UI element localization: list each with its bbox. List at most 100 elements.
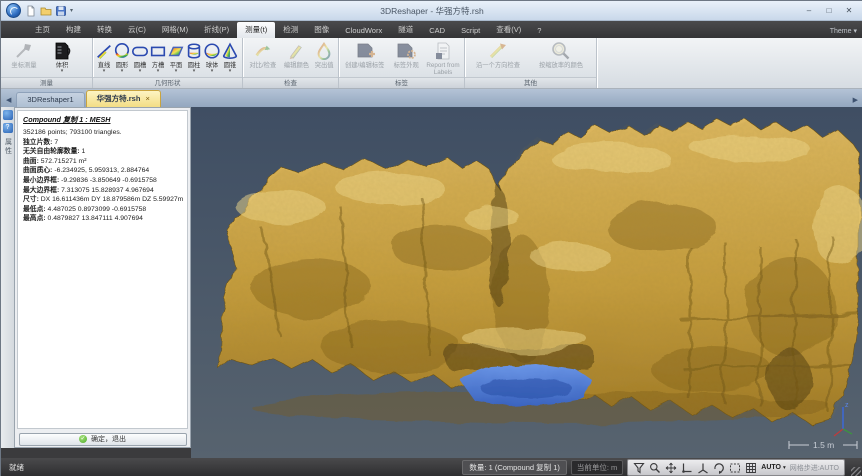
minimize-button[interactable]: –: [803, 6, 815, 15]
dropdown-caret: [323, 69, 324, 74]
cylinder-button[interactable]: 圆柱 ▾: [185, 39, 203, 74]
svg-text:z: z: [845, 402, 849, 409]
dropdown-caret: ▾: [175, 69, 178, 74]
dropdown-caret: [296, 69, 297, 74]
inspect-along-direction-icon: [487, 40, 509, 62]
tab-script[interactable]: Script: [453, 24, 488, 38]
filter-icon[interactable]: [633, 462, 645, 474]
doc-tab-3dreshaper1[interactable]: 3DReshaper1: [16, 92, 84, 107]
current-unit[interactable]: 当前单位: m: [571, 460, 623, 475]
compare-inspect-icon: [253, 40, 273, 62]
dropdown-caret: ▾: [61, 69, 64, 74]
dropdown-caret: [560, 69, 561, 74]
grid-icon[interactable]: [745, 462, 757, 474]
highlight-value-icon: [315, 40, 333, 62]
tab-inspect[interactable]: 检测: [275, 22, 306, 38]
properties-panel: Compound 复制 1 : MESH 352186 points; 7931…: [14, 107, 191, 448]
ribbon-group-labels: 创建/编辑标签 标签外观 Report from Labels 标签: [339, 38, 465, 88]
magnifier-icon: [550, 40, 572, 62]
coordinate-measure-button[interactable]: 坐标测量: [3, 39, 45, 74]
line-button[interactable]: 直线 ▾: [95, 39, 113, 74]
edit-colors-icon: [286, 40, 306, 62]
compare-inspect-button[interactable]: 对比/检查: [245, 39, 281, 74]
circle-icon: [113, 40, 131, 62]
inspect-along-direction-button[interactable]: 沿一个方向检查: [467, 39, 529, 74]
tab-transform[interactable]: 转换: [89, 22, 120, 38]
tab-scroll-left-icon[interactable]: ◀: [1, 96, 16, 107]
tab-image[interactable]: 图像: [306, 22, 337, 38]
tab-mesh[interactable]: 网格(M): [154, 22, 196, 38]
zoom-icon[interactable]: [649, 462, 661, 474]
viewport-3d[interactable]: z 1.5 m: [191, 107, 862, 458]
tab-construct[interactable]: 构建: [58, 22, 89, 38]
tab-cad[interactable]: CAD: [421, 24, 453, 38]
auto-scale-dropdown[interactable]: AUTO ▾: [761, 464, 785, 471]
tab-measure-active[interactable]: 测量(t): [237, 22, 275, 38]
label-appearance-button[interactable]: 标签外观: [388, 39, 424, 74]
properties-panel-tab[interactable]: 属性: [3, 138, 13, 156]
main-content: ? 属性 Compound 复制 1 : MESH 352186 points;…: [1, 107, 862, 458]
property-line: 最低点: 4.487025 0.8973099 -0.6915758: [23, 205, 182, 215]
group-label-inspection: 检查: [243, 77, 338, 88]
edit-colors-button[interactable]: 编辑颜色: [281, 39, 313, 74]
close-button[interactable]: ✕: [843, 6, 855, 15]
volume-button[interactable]: 体积 ▾: [45, 39, 79, 74]
property-line: 曲面质心: -6.234925, 5.959313, 2.884764: [23, 166, 182, 176]
tab-scroll-right-icon[interactable]: ▶: [848, 96, 862, 107]
messages-panel-icon[interactable]: [3, 110, 13, 120]
3d-axes-icon[interactable]: [697, 462, 709, 474]
round-slot-icon: [131, 40, 149, 62]
tab-home[interactable]: 主页: [27, 22, 58, 38]
cylinder-icon: [185, 40, 203, 62]
help-icon[interactable]: ?: [3, 123, 13, 133]
sphere-icon: [203, 40, 221, 62]
tab-view[interactable]: 查看(V): [488, 22, 529, 38]
rotate-view-icon[interactable]: [713, 462, 725, 474]
view-toolbar: AUTO ▾ 网格步进:AUTO: [627, 459, 845, 476]
plane-button[interactable]: 平面 ▾: [167, 39, 185, 74]
ribbon-group-measure: 坐标测量 体积 ▾ 测量: [1, 38, 93, 88]
volume-icon: [52, 40, 72, 62]
dropdown-caret: ▾: [193, 69, 196, 74]
tab-cloud[interactable]: 云(C): [120, 22, 154, 38]
circle-button[interactable]: 圆形 ▾: [113, 39, 131, 74]
document-tab-bar: ◀ 3DReshaper1 华强方特.rsh× ▶: [1, 89, 862, 107]
resize-grip[interactable]: [851, 467, 861, 476]
create-edit-labels-button[interactable]: 创建/编辑标签: [341, 39, 388, 74]
status-bar: 就绪 数量: 1 (Compound 复制 1) 当前单位: m AUTO ▾ …: [1, 458, 862, 476]
object-title: Compound 复制 1 : MESH: [23, 115, 182, 125]
cone-icon: [221, 40, 239, 62]
property-line: 最大边界框: 7.313075 15.828937 4.967694: [23, 186, 182, 196]
tab-tunnel[interactable]: 隧道: [390, 22, 421, 38]
sphere-button[interactable]: 球体 ▾: [203, 39, 221, 74]
maximize-button[interactable]: □: [823, 6, 835, 15]
property-line: 352186 points; 793100 triangles.: [23, 128, 182, 138]
pan-move-icon[interactable]: [665, 462, 677, 474]
plane-icon: [167, 40, 185, 62]
report-from-labels-button[interactable]: Report from Labels: [424, 39, 462, 76]
origin-axes-icon[interactable]: [681, 462, 693, 474]
cone-button[interactable]: 圆锥 ▾: [221, 39, 239, 74]
mesh-render: z 1.5 m: [191, 107, 862, 458]
dropdown-caret: ▾: [103, 69, 106, 74]
group-label-measure: 测量: [1, 77, 92, 88]
tab-polyline[interactable]: 折线(P): [196, 22, 237, 38]
confirm-exit-button[interactable]: ✓ 确定，退出: [19, 433, 187, 446]
property-line: 尺寸: DX 16.611436m DY 18.879586m DZ 5.599…: [23, 195, 182, 205]
doc-tab-active[interactable]: 华强方特.rsh×: [86, 90, 161, 107]
dropdown-caret: ▾: [139, 69, 142, 74]
theme-selector[interactable]: Theme ▾: [830, 27, 857, 38]
window-controls: – □ ✕: [803, 6, 862, 15]
side-strip: ? 属性: [1, 107, 14, 448]
rect-slot-button[interactable]: 方槽 ▾: [149, 39, 167, 74]
tab-cloudworx[interactable]: CloudWorx: [337, 24, 390, 38]
tab-close-icon[interactable]: ×: [145, 94, 149, 103]
color-scale-button[interactable]: 按缩放率的颜色: [529, 39, 593, 74]
round-slot-button[interactable]: 圆槽 ▾: [131, 39, 149, 74]
highlight-value-button[interactable]: 突出值: [312, 39, 336, 74]
property-line: 最小边界框: -9.29836 -3.850649 -0.6915758: [23, 176, 182, 186]
tab-help[interactable]: ?: [529, 24, 549, 38]
title-bar: ▾ 3DReshaper - 华强方特.rsh – □ ✕: [1, 1, 862, 21]
selection-rect-icon[interactable]: [729, 462, 741, 474]
grid-step-label: 网格步进:AUTO: [790, 463, 839, 473]
